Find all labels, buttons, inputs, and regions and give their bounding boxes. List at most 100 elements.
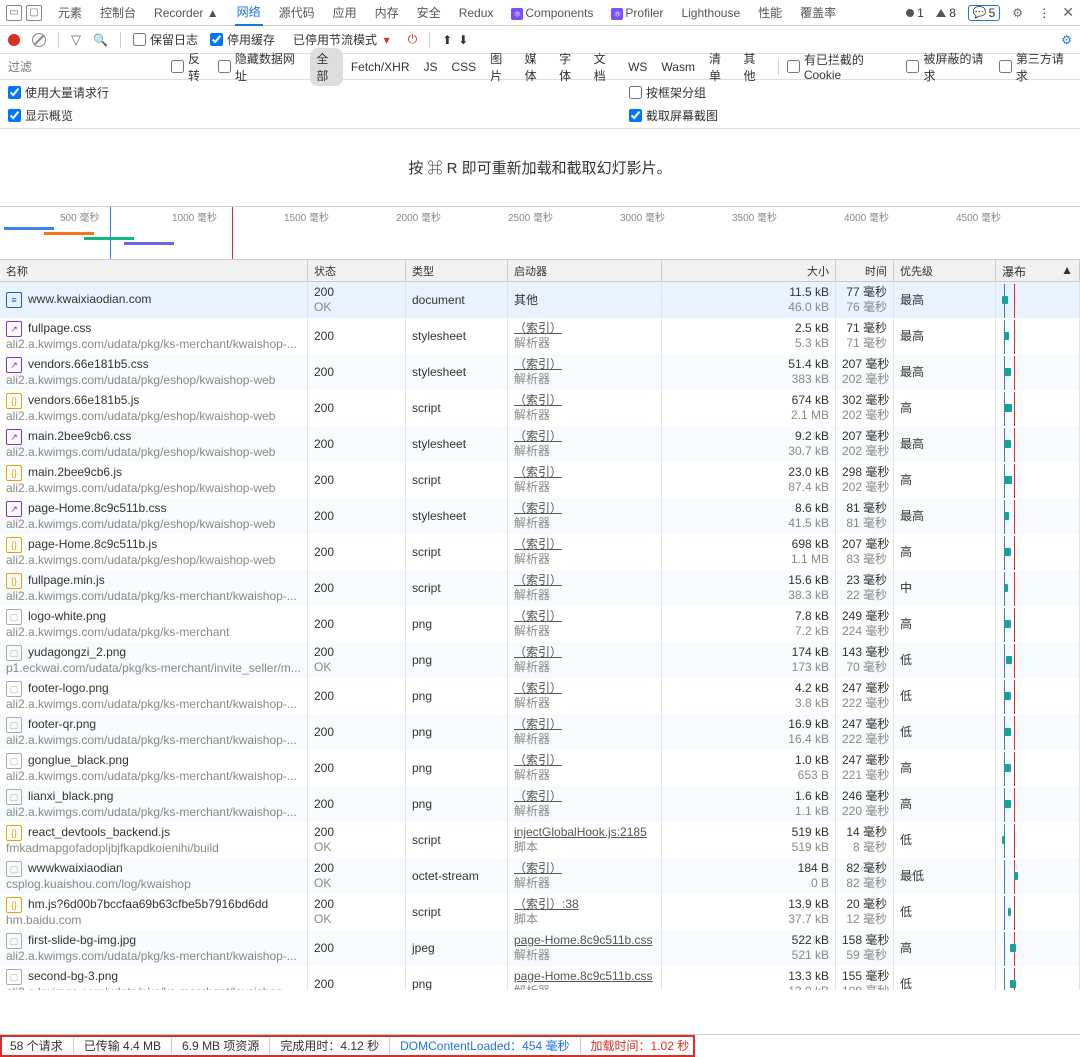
- request-row[interactable]: ▢footer-qr.pngali2.a.kwimgs.com/udata/pk…: [0, 714, 1080, 750]
- network-settings-icon[interactable]: ⚙: [1061, 33, 1072, 47]
- tab-Redux[interactable]: Redux: [457, 2, 496, 24]
- col-waterfall[interactable]: 瀑布▲: [996, 260, 1080, 281]
- download-icon[interactable]: ⬇: [458, 33, 468, 47]
- tab-性能[interactable]: 性能: [756, 0, 784, 25]
- footer-load: 加载时间：1.02 秒: [591, 1037, 690, 1054]
- reload-prompt: 按 ⌘ R 即可重新加载和截取幻灯影片。: [0, 129, 1080, 206]
- col-time[interactable]: 时间: [836, 260, 894, 281]
- filter-bar: 反转 隐藏数据网址 全部Fetch/XHRJSCSS图片媒体字体文档WSWasm…: [0, 54, 1080, 80]
- tab-内存[interactable]: 内存: [373, 0, 401, 25]
- tab-元素[interactable]: 元素: [56, 0, 84, 25]
- toolbar-right: 1 8 💬 5 ⚙ ⋮ ✕: [906, 4, 1074, 21]
- col-initiator[interactable]: 启动器: [508, 260, 662, 281]
- col-name[interactable]: 名称: [0, 260, 308, 281]
- tab-网络[interactable]: 网络: [235, 0, 263, 26]
- more-icon[interactable]: ⋮: [1038, 6, 1050, 20]
- chip-WS[interactable]: WS: [622, 58, 653, 76]
- third-party-checkbox[interactable]: 第三方请求: [999, 50, 1072, 84]
- request-row[interactable]: {}main.2bee9cb6.jsali2.a.kwimgs.com/udat…: [0, 462, 1080, 498]
- chip-字体[interactable]: 字体: [553, 48, 585, 86]
- col-priority[interactable]: 优先级: [894, 260, 996, 281]
- tab-源代码[interactable]: 源代码: [277, 0, 317, 25]
- capture-screenshots-checkbox[interactable]: 截取屏幕截图: [629, 107, 718, 124]
- tab-覆盖率[interactable]: 覆盖率: [798, 0, 838, 25]
- request-row[interactable]: ▢footer-logo.pngali2.a.kwimgs.com/udata/…: [0, 678, 1080, 714]
- tab-安全[interactable]: 安全: [415, 0, 443, 25]
- status-bar: 58 个请求 已传输 4.4 MB 6.9 MB 项资源 完成用时：4.12 秒…: [0, 1034, 1080, 1056]
- blocked-requests-checkbox[interactable]: 被屏蔽的请求: [906, 50, 990, 84]
- filter-input[interactable]: [8, 60, 163, 74]
- panel-tabs: 元素控制台 Recorder ▲ 网络源代码应用内存安全 Redux ⚛Componen…: [56, 0, 902, 26]
- large-rows-checkbox[interactable]: 使用大量请求行: [8, 84, 109, 101]
- tab-Profiler[interactable]: ⚛Profiler: [609, 2, 665, 24]
- request-row[interactable]: ▢wwwkwaixiaodiancsplog.kuaishou.com/log/…: [0, 858, 1080, 894]
- request-row[interactable]: ↗vendors.66e181b5.cssali2.a.kwimgs.com/u…: [0, 354, 1080, 390]
- chip-媒体[interactable]: 媒体: [519, 48, 551, 86]
- disable-cache-checkbox[interactable]: 停用缓存: [210, 31, 275, 48]
- record-button[interactable]: [8, 34, 20, 46]
- footer-transferred: 已传输 4.4 MB: [84, 1037, 161, 1054]
- request-row[interactable]: ≡www.kwaixiaodian.com200OKdocument其他11.5…: [0, 282, 1080, 318]
- col-type[interactable]: 类型: [406, 260, 508, 281]
- group-by-frame-checkbox[interactable]: 按框架分组: [629, 84, 718, 101]
- request-row[interactable]: {}hm.js?6d00b7bccfaa69b63cfbe5b7916bd6dd…: [0, 894, 1080, 930]
- tab-Components[interactable]: ⚛Components: [509, 2, 595, 24]
- request-row[interactable]: ▢logo-white.pngali2.a.kwimgs.com/udata/p…: [0, 606, 1080, 642]
- request-row[interactable]: ▢yudagongzi_2.pngp1.eckwai.com/udata/pkg…: [0, 642, 1080, 678]
- col-size[interactable]: 大小: [662, 260, 836, 281]
- requests-table-header: 名称 状态 类型 启动器 大小 时间 优先级 瀑布▲: [0, 260, 1080, 282]
- settings-icon[interactable]: ⚙: [1012, 6, 1026, 20]
- warnings-badge[interactable]: 8: [936, 6, 956, 20]
- chip-CSS[interactable]: CSS: [446, 58, 483, 76]
- network-conditions-icon[interactable]: ⏻: [408, 32, 418, 47]
- devtools-main-toolbar: ▭ ▢ 元素控制台 Recorder ▲ 网络源代码应用内存安全 Redux ⚛Comp…: [0, 0, 1080, 26]
- close-icon[interactable]: ✕: [1062, 4, 1074, 21]
- invert-checkbox[interactable]: 反转: [171, 50, 210, 84]
- network-options: 使用大量请求行 显示概览 按框架分组 截取屏幕截图: [0, 80, 1080, 129]
- overview-timeline[interactable]: 500 毫秒1000 毫秒1500 毫秒2000 毫秒2500 毫秒3000 毫…: [0, 206, 1080, 260]
- requests-table-body: ≡www.kwaixiaodian.com200OKdocument其他11.5…: [0, 282, 1080, 990]
- tab-Recorder ▲[interactable]: Recorder ▲: [152, 2, 221, 24]
- chip-清单[interactable]: 清单: [703, 48, 735, 86]
- request-row[interactable]: {}fullpage.min.jsali2.a.kwimgs.com/udata…: [0, 570, 1080, 606]
- request-row[interactable]: {}react_devtools_backend.jsfmkadmapgofad…: [0, 822, 1080, 858]
- type-filter-chips: 全部Fetch/XHRJSCSS图片媒体字体文档WSWasm清单其他: [310, 48, 770, 86]
- col-status[interactable]: 状态: [308, 260, 406, 281]
- show-overview-checkbox[interactable]: 显示概览: [8, 107, 109, 124]
- clear-button[interactable]: [32, 33, 46, 47]
- upload-icon[interactable]: ⬆: [442, 33, 452, 47]
- footer-finish: 完成用时：4.12 秒: [280, 1037, 379, 1054]
- device-toggle-icon[interactable]: ▢: [26, 5, 42, 21]
- errors-badge[interactable]: 1: [906, 6, 924, 20]
- hide-data-urls-checkbox[interactable]: 隐藏数据网址: [218, 50, 302, 84]
- footer-requests: 58 个请求: [10, 1037, 63, 1054]
- request-row[interactable]: ↗main.2bee9cb6.cssali2.a.kwimgs.com/udat…: [0, 426, 1080, 462]
- chip-Wasm[interactable]: Wasm: [655, 58, 701, 76]
- request-row[interactable]: {}vendors.66e181b5.jsali2.a.kwimgs.com/u…: [0, 390, 1080, 426]
- footer-dcl: DOMContentLoaded：454 毫秒: [400, 1037, 569, 1054]
- request-row[interactable]: ▢gonglue_black.pngali2.a.kwimgs.com/udat…: [0, 750, 1080, 786]
- search-icon[interactable]: 🔍: [93, 33, 108, 47]
- chip-文档[interactable]: 文档: [588, 48, 620, 86]
- chip-图片[interactable]: 图片: [484, 48, 516, 86]
- request-row[interactable]: ↗page-Home.8c9c511b.cssali2.a.kwimgs.com…: [0, 498, 1080, 534]
- tab-控制台[interactable]: 控制台: [98, 0, 138, 25]
- request-row[interactable]: {}page-Home.8c9c511b.jsali2.a.kwimgs.com…: [0, 534, 1080, 570]
- messages-badge[interactable]: 💬 5: [968, 5, 1000, 21]
- import-export[interactable]: ⬆⬇: [442, 33, 468, 47]
- chip-其他[interactable]: 其他: [737, 48, 769, 86]
- tab-Lighthouse[interactable]: Lighthouse: [679, 2, 742, 24]
- inspect-icon[interactable]: ▭: [6, 5, 22, 21]
- chip-JS[interactable]: JS: [418, 58, 444, 76]
- request-row[interactable]: ▢first-slide-bg-img.jpgali2.a.kwimgs.com…: [0, 930, 1080, 966]
- request-row[interactable]: ▢second-bg-3.pngali2.a.kwimgs.com/udata/…: [0, 966, 1080, 990]
- tab-应用[interactable]: 应用: [331, 0, 359, 25]
- blocked-cookies-checkbox[interactable]: 有已拦截的 Cookie: [787, 51, 899, 82]
- footer-resources: 6.9 MB 项资源: [182, 1037, 259, 1054]
- filter-icon[interactable]: ▽: [71, 32, 81, 48]
- chip-Fetch/XHR[interactable]: Fetch/XHR: [345, 58, 416, 76]
- chip-全部[interactable]: 全部: [310, 48, 342, 86]
- request-row[interactable]: ↗fullpage.cssali2.a.kwimgs.com/udata/pkg…: [0, 318, 1080, 354]
- preserve-log-checkbox[interactable]: 保留日志: [133, 31, 198, 48]
- request-row[interactable]: ▢lianxi_black.pngali2.a.kwimgs.com/udata…: [0, 786, 1080, 822]
